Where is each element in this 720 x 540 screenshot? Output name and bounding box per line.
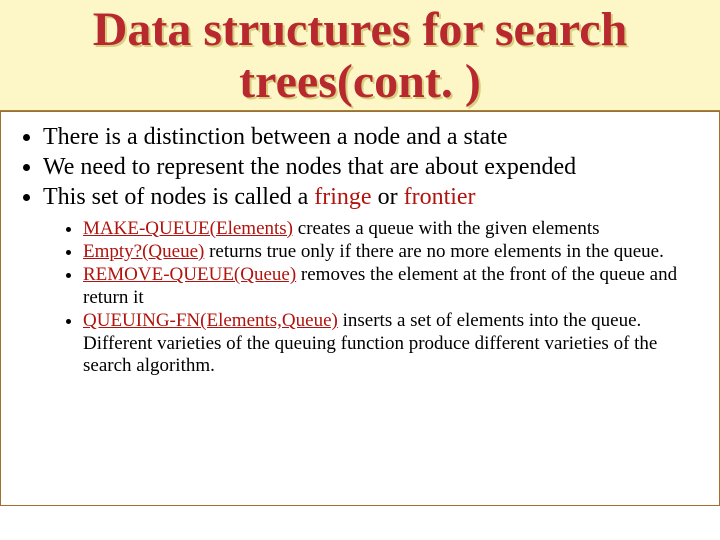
sub-queuing-fn: QUEUING-FN(Elements,Queue) inserts a set… xyxy=(83,310,701,377)
fn-make-queue: MAKE-QUEUE(Elements) xyxy=(83,218,293,239)
fn-desc: returns true only if there are no more e… xyxy=(204,241,664,262)
fn-queuing-fn: QUEUING-FN(Elements,Queue) xyxy=(83,310,338,331)
fn-remove-queue: REMOVE-QUEUE(Queue) xyxy=(83,264,296,285)
bullet-node-state: There is a distinction between a node an… xyxy=(43,122,701,152)
content-box: There is a distinction between a node an… xyxy=(0,111,720,506)
fn-empty: Empty?(Queue) xyxy=(83,241,204,262)
fn-desc: creates a queue with the given elements xyxy=(293,218,600,239)
sub-list: MAKE-QUEUE(Elements) creates a queue wit… xyxy=(43,218,701,378)
bullet-represent-nodes: We need to represent the nodes that are … xyxy=(43,152,701,182)
main-list: There is a distinction between a node an… xyxy=(19,122,701,378)
sub-empty: Empty?(Queue) returns true only if there… xyxy=(83,241,701,263)
text-part: This set of nodes is called a xyxy=(43,184,314,210)
title-band: Data structures for search trees(cont. ) xyxy=(0,0,720,111)
slide-title: Data structures for search trees(cont. ) xyxy=(10,4,710,108)
term-fringe: fringe xyxy=(314,184,371,210)
bullet-fringe-frontier: This set of nodes is called a fringe or … xyxy=(43,182,701,378)
sub-remove-queue: REMOVE-QUEUE(Queue) removes the element … xyxy=(83,264,701,309)
term-frontier: frontier xyxy=(404,184,476,210)
sub-make-queue: MAKE-QUEUE(Elements) creates a queue wit… xyxy=(83,218,701,240)
text-part: or xyxy=(372,184,404,210)
